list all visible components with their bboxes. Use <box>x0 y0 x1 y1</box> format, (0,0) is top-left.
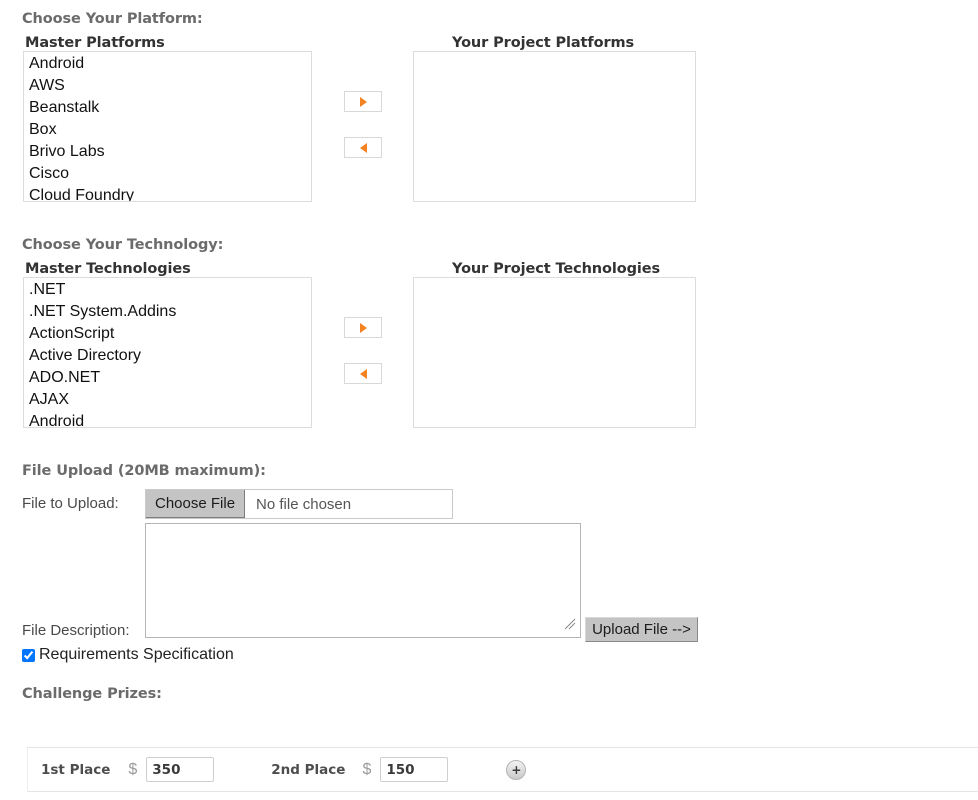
choose-file-button[interactable]: Choose File <box>146 490 246 518</box>
list-item[interactable]: ADO.NET <box>24 367 311 389</box>
project-technologies-listbox[interactable] <box>413 277 696 428</box>
list-item[interactable]: Brivo Labs <box>24 141 311 163</box>
project-platforms-label: Your Project Platforms <box>452 35 635 51</box>
file-upload-heading: File Upload (20MB maximum): <box>22 463 266 479</box>
requirements-specification-row[interactable]: Requirements Specification <box>22 646 234 664</box>
add-platform-button[interactable] <box>344 91 382 112</box>
add-prize-row-button[interactable]: + <box>506 759 527 780</box>
list-item[interactable]: Active Directory <box>24 345 311 367</box>
remove-platform-button[interactable] <box>344 137 382 158</box>
master-platforms-listbox[interactable]: Android AWS Beanstalk Box Brivo Labs Cis… <box>23 51 312 202</box>
list-item[interactable]: .NET <box>24 279 311 301</box>
requirements-specification-checkbox[interactable] <box>22 648 35 662</box>
first-place-label: 1st Place <box>41 761 111 778</box>
project-platforms-list <box>414 52 695 53</box>
list-item[interactable]: Box <box>24 119 311 141</box>
master-technologies-list: .NET .NET System.Addins ActionScript Act… <box>24 278 311 427</box>
list-item[interactable]: .NET System.Addins <box>24 301 311 323</box>
prize-row: 1st Place $ 2nd Place $ + <box>27 747 978 792</box>
list-item[interactable]: ActionScript <box>24 323 311 345</box>
triangle-right-icon <box>359 96 367 107</box>
remove-technology-button[interactable] <box>344 363 382 384</box>
master-technologies-label: Master Technologies <box>25 261 191 277</box>
add-technology-button[interactable] <box>344 317 382 338</box>
list-item[interactable]: Android <box>24 411 311 427</box>
second-place-input[interactable] <box>380 757 449 782</box>
file-upload-input[interactable]: Choose File No file chosen <box>145 489 453 519</box>
file-chosen-status: No file chosen <box>256 495 352 513</box>
triangle-left-icon <box>359 142 367 153</box>
list-item[interactable]: Beanstalk <box>24 97 311 119</box>
list-item[interactable]: AJAX <box>24 389 311 411</box>
platform-section-heading: Choose Your Platform: <box>22 11 203 27</box>
first-place-currency: $ <box>128 760 138 778</box>
list-item[interactable]: AWS <box>24 75 311 97</box>
second-place-currency: $ <box>362 760 372 778</box>
project-platforms-listbox[interactable] <box>413 51 696 202</box>
first-place-input[interactable] <box>146 757 215 782</box>
technology-section-heading: Choose Your Technology: <box>22 237 224 253</box>
triangle-right-icon <box>359 322 367 333</box>
triangle-left-icon <box>359 368 367 379</box>
file-description-label: File Description: <box>22 622 130 639</box>
upload-file-button[interactable]: Upload File --> <box>585 617 698 642</box>
challenge-prizes-heading: Challenge Prizes: <box>22 686 162 702</box>
project-technologies-label: Your Project Technologies <box>452 261 661 277</box>
requirements-specification-label: Requirements Specification <box>39 646 234 663</box>
file-to-upload-label: File to Upload: <box>22 495 119 512</box>
list-item[interactable]: Android <box>24 53 311 75</box>
second-place-label: 2nd Place <box>271 761 346 778</box>
list-item[interactable]: Cisco <box>24 163 311 185</box>
list-item[interactable]: Cloud Foundry <box>24 185 311 201</box>
file-description-textarea[interactable] <box>145 523 581 638</box>
master-platforms-list: Android AWS Beanstalk Box Brivo Labs Cis… <box>24 52 311 201</box>
master-platforms-label: Master Platforms <box>25 35 165 51</box>
project-technologies-list <box>414 278 695 279</box>
master-technologies-listbox[interactable]: .NET .NET System.Addins ActionScript Act… <box>23 277 312 428</box>
